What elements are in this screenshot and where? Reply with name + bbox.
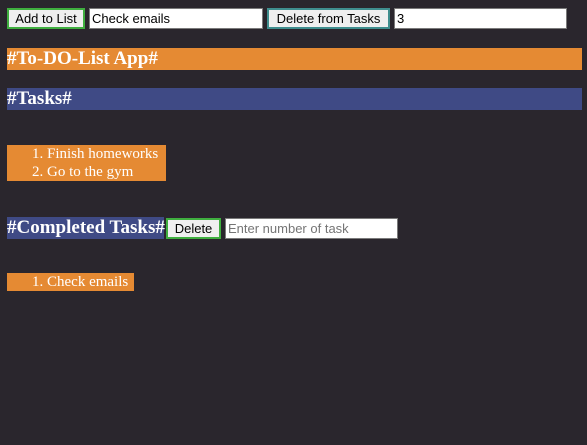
task-input[interactable] — [89, 8, 263, 29]
completed-tasks-list: Check emails — [7, 273, 134, 291]
delete-from-tasks-button[interactable]: Delete from Tasks — [267, 8, 390, 29]
delete-completed-button[interactable]: Delete — [166, 218, 221, 239]
completed-task-number-input[interactable] — [225, 218, 398, 239]
task-list-item: Finish homeworks — [47, 145, 166, 163]
tasks-list: Finish homeworks Go to the gym — [7, 145, 166, 181]
completed-list-item: Check emails — [47, 273, 134, 291]
task-list-item: Go to the gym — [47, 163, 166, 181]
delete-index-input[interactable] — [394, 8, 567, 29]
completed-tasks-title: #Completed Tasks# — [7, 217, 165, 239]
tasks-section-title: #Tasks# — [7, 88, 582, 110]
add-to-list-button[interactable]: Add to List — [7, 8, 85, 29]
todo-app-page: Add to List Delete from Tasks #To-DO-Lis… — [0, 0, 587, 445]
app-title: #To-DO-List App# — [7, 48, 582, 70]
top-toolbar: Add to List Delete from Tasks — [7, 8, 582, 29]
